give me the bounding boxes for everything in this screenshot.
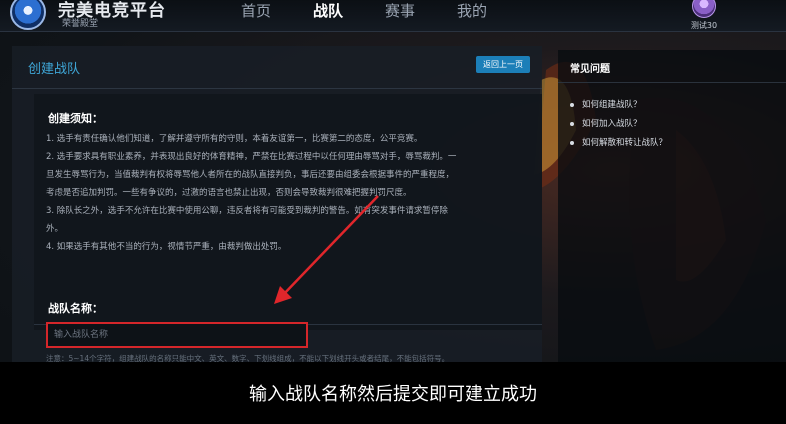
- nav-item-team[interactable]: 战队: [292, 0, 364, 32]
- back-button[interactable]: 返回上一页: [476, 56, 530, 73]
- divider: [12, 88, 542, 89]
- notice-line: 1. 选手有责任确认他们知道，了解并遵守所有的守则，本着友谊第一，比赛第二的态度…: [46, 134, 423, 144]
- nav-item-home[interactable]: 首页: [220, 0, 292, 32]
- user-menu[interactable]: 测试30: [684, 0, 724, 32]
- user-name: 测试30: [690, 21, 718, 30]
- page-title: 创建战队: [28, 62, 81, 77]
- notice-line: 4. 如果选手有其他不当的行为，视情节严重，由裁判做出处罚。: [46, 242, 287, 252]
- faq-list: 如何组建战队？ 如何加入战队？ 如何解散和转让战队？: [570, 96, 667, 153]
- caption-text: 输入战队名称然后提交即可建立成功: [249, 384, 537, 405]
- notice-line: 旦发生辱骂行为，当值裁判有权将辱骂他人者所在的战队直接判负，事后还要由组委会根据…: [46, 170, 455, 180]
- notice-title: 创建须知：: [48, 112, 103, 125]
- logo-icon[interactable]: [10, 0, 46, 30]
- logo-subtitle: 荣誉殿堂: [62, 19, 99, 29]
- nav-item-events[interactable]: 赛事: [364, 0, 436, 32]
- faq-item-disband-transfer[interactable]: 如何解散和转让战队？: [570, 134, 667, 153]
- bullet-icon: [570, 121, 574, 126]
- nav-item-mine[interactable]: 我的: [436, 0, 508, 32]
- notice-line: 3. 除队长之外，选手不允许在比赛中使用公聊，违反者将有可能受到裁判的警告。如有…: [46, 206, 448, 216]
- bullet-icon: [570, 102, 574, 107]
- faq-item-label: 如何加入战队？: [582, 119, 642, 129]
- notice-body: 1. 选手有责任确认他们知道，了解并遵守所有的守则，本着友谊第一，比赛第二的态度…: [46, 130, 526, 256]
- create-team-panel: 创建战队 返回上一页 创建须知： 1. 选手有责任确认他们知道，了解并遵守所有的…: [12, 46, 542, 376]
- team-name-label: 战队名称：: [48, 302, 103, 315]
- notice-line: 2. 选手要求具有职业素养，并表现出良好的体育精神，严禁在比赛过程中以任何理由辱…: [46, 152, 457, 162]
- bullet-icon: [570, 140, 574, 145]
- notice-line: 考虑是否追加判罚。一些有争议的，过激的语言也禁止出现，否则会导致裁判很难把握判罚…: [46, 188, 412, 198]
- faq-item-create-team[interactable]: 如何组建战队？: [570, 96, 667, 115]
- team-name-input[interactable]: [46, 322, 308, 348]
- faq-item-join-team[interactable]: 如何加入战队？: [570, 115, 667, 134]
- caption-bar: 输入战队名称然后提交即可建立成功: [0, 362, 786, 424]
- top-header: 完美电竞平台 荣誉殿堂 首页 战队 赛事 我的 测试30: [0, 0, 786, 32]
- notice-line: 外。: [46, 224, 64, 234]
- divider: [558, 82, 786, 83]
- faq-item-label: 如何解散和转让战队？: [582, 138, 668, 148]
- faq-panel: 常见问题 如何组建战队？ 如何加入战队？ 如何解散和转让战队？: [558, 50, 786, 376]
- avatar[interactable]: [692, 0, 716, 18]
- notice-box: 创建须知： 1. 选手有责任确认他们知道，了解并遵守所有的守则，本着友谊第一，比…: [34, 94, 542, 330]
- faq-item-label: 如何组建战队？: [582, 100, 642, 110]
- main-nav: 首页 战队 赛事 我的: [220, 0, 508, 32]
- faq-title: 常见问题: [570, 64, 610, 75]
